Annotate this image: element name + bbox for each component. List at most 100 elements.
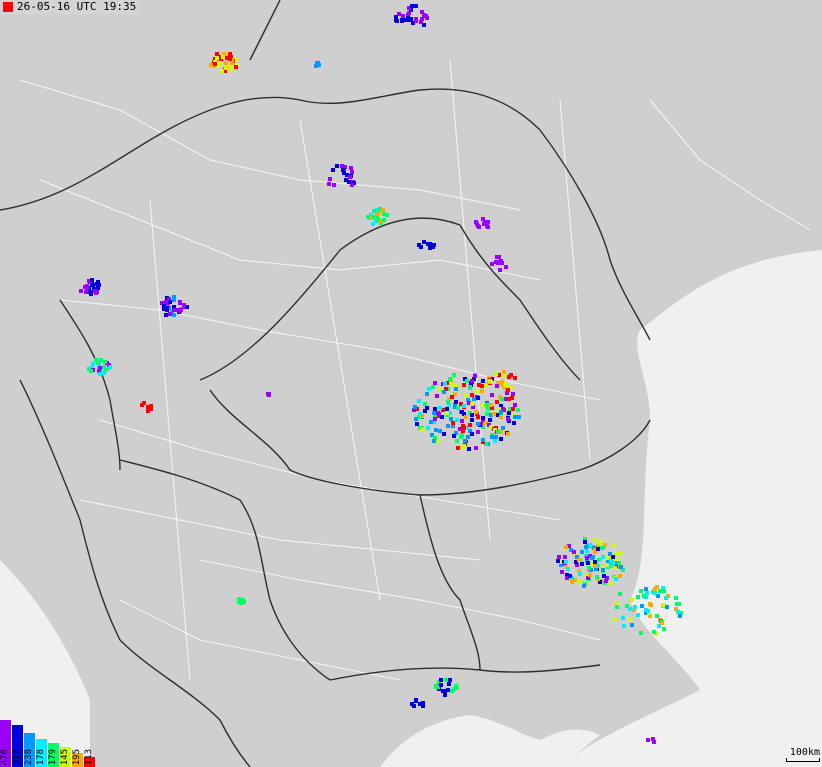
strike-marker — [507, 375, 511, 379]
strike-marker — [84, 290, 88, 294]
strike-marker — [414, 4, 418, 8]
strike-marker — [556, 559, 560, 563]
strike-marker — [438, 387, 442, 391]
strike-marker — [414, 699, 418, 703]
strike-marker — [332, 183, 336, 187]
strike-marker — [588, 543, 592, 547]
strike-marker — [646, 738, 650, 742]
strike-marker — [382, 218, 386, 222]
strike-marker — [499, 437, 503, 441]
strike-marker — [470, 432, 474, 436]
legend-swatch: 179 — [48, 743, 59, 767]
strike-marker — [621, 616, 625, 620]
strike-marker — [85, 284, 89, 288]
strike-marker — [511, 407, 515, 411]
strike-marker — [476, 422, 480, 426]
strike-marker — [560, 570, 564, 574]
timestamp-marker-icon — [3, 2, 13, 12]
strike-marker — [237, 597, 241, 601]
strike-marker — [570, 580, 574, 584]
strike-marker — [456, 406, 460, 410]
country-borders — [0, 0, 651, 767]
strike-marker — [480, 389, 484, 393]
strike-marker — [564, 560, 568, 564]
strike-marker — [366, 215, 370, 219]
strike-marker — [463, 439, 467, 443]
timestamp-label: 26-05-16 UTC 19:35 — [1, 0, 141, 14]
strike-marker — [178, 301, 182, 305]
strike-marker — [98, 372, 102, 376]
strike-marker — [209, 63, 213, 67]
strike-marker — [422, 240, 426, 244]
scale-bar-line — [786, 758, 820, 762]
strike-marker — [577, 558, 581, 562]
strike-marker — [443, 693, 447, 697]
strike-marker — [412, 704, 416, 708]
strike-marker — [429, 420, 433, 424]
strike-marker — [455, 439, 459, 443]
strike-marker — [443, 689, 447, 693]
strike-marker — [502, 370, 506, 374]
strike-marker — [348, 175, 352, 179]
strike-marker — [599, 539, 603, 543]
strike-marker — [664, 596, 668, 600]
strike-marker — [94, 358, 98, 362]
strike-marker — [655, 614, 659, 618]
strike-marker — [612, 543, 616, 547]
map-canvas[interactable] — [0, 0, 822, 767]
strike-marker — [452, 373, 456, 377]
strike-marker — [506, 417, 510, 421]
strike-marker — [422, 23, 426, 27]
strike-marker — [432, 411, 436, 415]
strike-marker — [470, 379, 474, 383]
strike-marker — [103, 360, 107, 364]
strike-marker — [470, 418, 474, 422]
strike-marker — [504, 265, 508, 269]
strike-marker — [601, 555, 605, 559]
strike-marker — [436, 411, 440, 415]
strike-marker — [577, 579, 581, 583]
strike-marker — [485, 412, 489, 416]
legend-label: 476 — [0, 748, 10, 765]
strike-marker — [454, 400, 458, 404]
strike-marker — [425, 392, 429, 396]
strike-marker — [96, 284, 100, 288]
strike-marker — [266, 392, 270, 396]
strike-marker — [646, 609, 650, 613]
strike-marker — [674, 596, 678, 600]
strike-marker — [474, 446, 478, 450]
strike-marker — [421, 701, 425, 705]
strike-marker — [595, 575, 599, 579]
strike-marker — [500, 380, 504, 384]
strike-marker — [618, 592, 622, 596]
strike-marker — [490, 435, 494, 439]
strike-marker — [434, 428, 438, 432]
strike-marker — [584, 545, 588, 549]
strike-marker — [443, 382, 447, 386]
strike-marker — [618, 574, 622, 578]
strike-marker — [572, 550, 576, 554]
strike-marker — [615, 601, 619, 605]
strike-marker — [327, 182, 331, 186]
strike-marker — [481, 438, 485, 442]
legend-label: 145 — [60, 748, 70, 765]
strike-marker — [660, 621, 664, 625]
strike-marker — [474, 410, 478, 414]
strike-marker — [481, 403, 485, 407]
legend-swatch: 476 — [0, 720, 11, 767]
strike-marker — [417, 399, 421, 403]
strike-marker — [492, 412, 496, 416]
strike-marker — [636, 613, 640, 617]
strike-marker — [665, 605, 669, 609]
strike-marker — [142, 401, 146, 405]
strike-marker — [215, 56, 219, 60]
strike-marker — [604, 579, 608, 583]
legend-label: 238 — [24, 748, 34, 765]
strike-marker — [442, 432, 446, 436]
strike-marker — [400, 19, 404, 23]
strike-marker — [628, 617, 632, 621]
strike-marker — [371, 222, 375, 226]
strike-marker — [446, 424, 450, 428]
strike-marker — [490, 393, 494, 397]
strike-marker — [517, 415, 521, 419]
